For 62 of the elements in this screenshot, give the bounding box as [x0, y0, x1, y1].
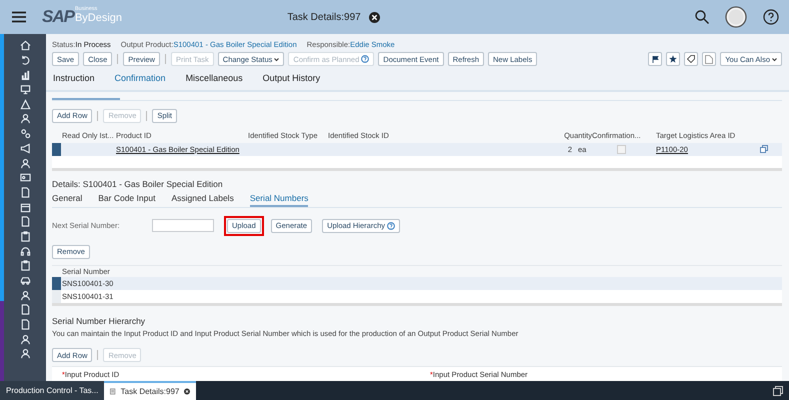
flag-icon — [652, 56, 659, 62]
tag-button[interactable] — [684, 52, 698, 66]
star-icon — [669, 55, 678, 63]
close-icon[interactable] — [184, 387, 190, 396]
tab[interactable]: Confirmation — [114, 73, 166, 83]
house-icon[interactable] — [20, 40, 30, 51]
page-icon — [705, 54, 714, 64]
document-icon — [110, 387, 116, 396]
tab[interactable]: General — [52, 192, 82, 207]
tab[interactable]: Bar Code Input — [98, 192, 156, 207]
person-icon[interactable] — [20, 348, 30, 360]
taskbar-item[interactable]: Production Control - Tas... — [0, 381, 104, 400]
search-icon[interactable] — [695, 10, 709, 24]
dropdown-icon — [274, 56, 280, 62]
section-title: Serial Number Hierarchy — [52, 316, 146, 326]
row-selector[interactable] — [52, 142, 61, 156]
gear-icon[interactable] — [20, 128, 30, 140]
tab[interactable]: Output History — [262, 73, 320, 83]
flag-button[interactable] — [648, 52, 662, 66]
person-icon[interactable] — [20, 290, 30, 301]
tab[interactable]: Serial Numbers — [250, 192, 308, 207]
calendar-icon[interactable] — [20, 202, 30, 213]
megaphone-icon[interactable] — [20, 142, 30, 154]
bar-chart-icon[interactable] — [20, 69, 30, 80]
tab[interactable]: Miscellaneous — [186, 73, 243, 83]
taskbar-label: Task Details:997 — [120, 387, 180, 396]
help-icon — [387, 222, 396, 230]
dropdown-icon — [772, 56, 777, 62]
window-title: Task Details:997 — [287, 12, 361, 22]
tab[interactable]: Assigned Labels — [171, 192, 234, 207]
avatar-icon[interactable] — [725, 6, 747, 28]
window-icon[interactable] — [773, 386, 783, 396]
star-button[interactable] — [666, 52, 680, 66]
tag-icon — [687, 55, 696, 63]
headset-icon[interactable] — [20, 246, 30, 257]
clipboard-icon[interactable] — [20, 260, 30, 272]
menu-icon[interactable] — [12, 11, 26, 23]
help-icon[interactable] — [763, 9, 779, 25]
close-icon[interactable] — [368, 12, 380, 22]
checkbox[interactable] — [616, 144, 626, 154]
serial-number-field[interactable] — [152, 219, 214, 232]
document-icon[interactable] — [20, 216, 30, 228]
taskbar-item[interactable]: Task Details:997 — [104, 381, 196, 400]
document-icon[interactable] — [20, 319, 30, 330]
clipboard-icon[interactable] — [20, 230, 30, 242]
document-icon[interactable] — [20, 186, 30, 198]
help-icon — [361, 55, 370, 63]
taskbar-label: Production Control - Tas... — [6, 386, 98, 395]
details-title: Details: S100401 - Gas Boiler Special Edition — [52, 178, 224, 189]
person-icon[interactable] — [20, 158, 30, 168]
person-icon[interactable] — [20, 113, 30, 124]
refresh-arrow-icon[interactable] — [20, 54, 30, 66]
id-card-icon[interactable] — [20, 172, 30, 184]
copy-icon[interactable] — [760, 145, 768, 154]
document-icon[interactable] — [20, 304, 30, 316]
monitor-icon[interactable] — [20, 84, 30, 96]
logo-product: ByDesign — [74, 12, 122, 24]
triangle-icon[interactable] — [20, 98, 30, 110]
logo-brand: SAP — [42, 7, 74, 27]
person-icon[interactable] — [20, 334, 30, 345]
car-icon[interactable] — [20, 275, 30, 286]
tab[interactable]: Instruction — [53, 73, 95, 83]
